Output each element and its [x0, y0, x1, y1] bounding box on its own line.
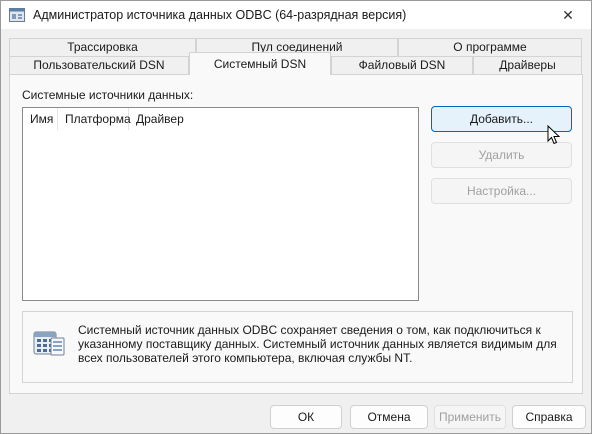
cancel-button[interactable]: Отмена: [350, 405, 428, 429]
odbc-admin-window: Администратор источника данных ODBC (64-…: [0, 0, 592, 434]
window-title: Администратор источника данных ODBC (64-…: [33, 8, 407, 22]
info-description: Системный источник данных ODBC сохраняет…: [78, 323, 557, 365]
tab-tracing[interactable]: Трассировка: [9, 38, 196, 56]
tab-about[interactable]: О программе: [398, 38, 582, 56]
column-header-name[interactable]: Имя: [23, 108, 58, 130]
configure-button[interactable]: Настройка...: [431, 178, 572, 204]
list-header: Имя Платформа Драйвер: [23, 108, 418, 130]
close-icon: ✕: [562, 6, 574, 23]
system-dsn-panel: Системные источники данных: Имя Платформ…: [9, 74, 583, 394]
apply-button[interactable]: Применить: [434, 405, 506, 429]
tab-file-dsn[interactable]: Файловый DSN: [331, 56, 473, 74]
ok-button[interactable]: ОК: [270, 405, 342, 429]
data-sources-list[interactable]: Имя Платформа Драйвер: [22, 107, 419, 301]
tab-drivers[interactable]: Драйверы: [473, 56, 582, 74]
tab-user-dsn[interactable]: Пользовательский DSN: [9, 56, 189, 74]
title-bar[interactable]: Администратор источника данных ODBC (64-…: [1, 1, 591, 29]
help-button[interactable]: Справка: [512, 405, 586, 429]
tab-system-dsn[interactable]: Системный DSN: [189, 52, 331, 75]
column-header-platform[interactable]: Платформа: [58, 108, 131, 130]
data-source-info-icon: [33, 331, 65, 356]
info-box: Системный источник данных ODBC сохраняет…: [22, 311, 573, 383]
odbc-app-icon: [9, 8, 25, 22]
remove-button[interactable]: Удалить: [431, 142, 572, 168]
mouse-pointer-icon: [547, 125, 561, 145]
close-button[interactable]: ✕: [545, 1, 591, 29]
column-header-driver[interactable]: Драйвер: [129, 108, 199, 130]
system-data-sources-label: Системные источники данных:: [22, 88, 194, 102]
